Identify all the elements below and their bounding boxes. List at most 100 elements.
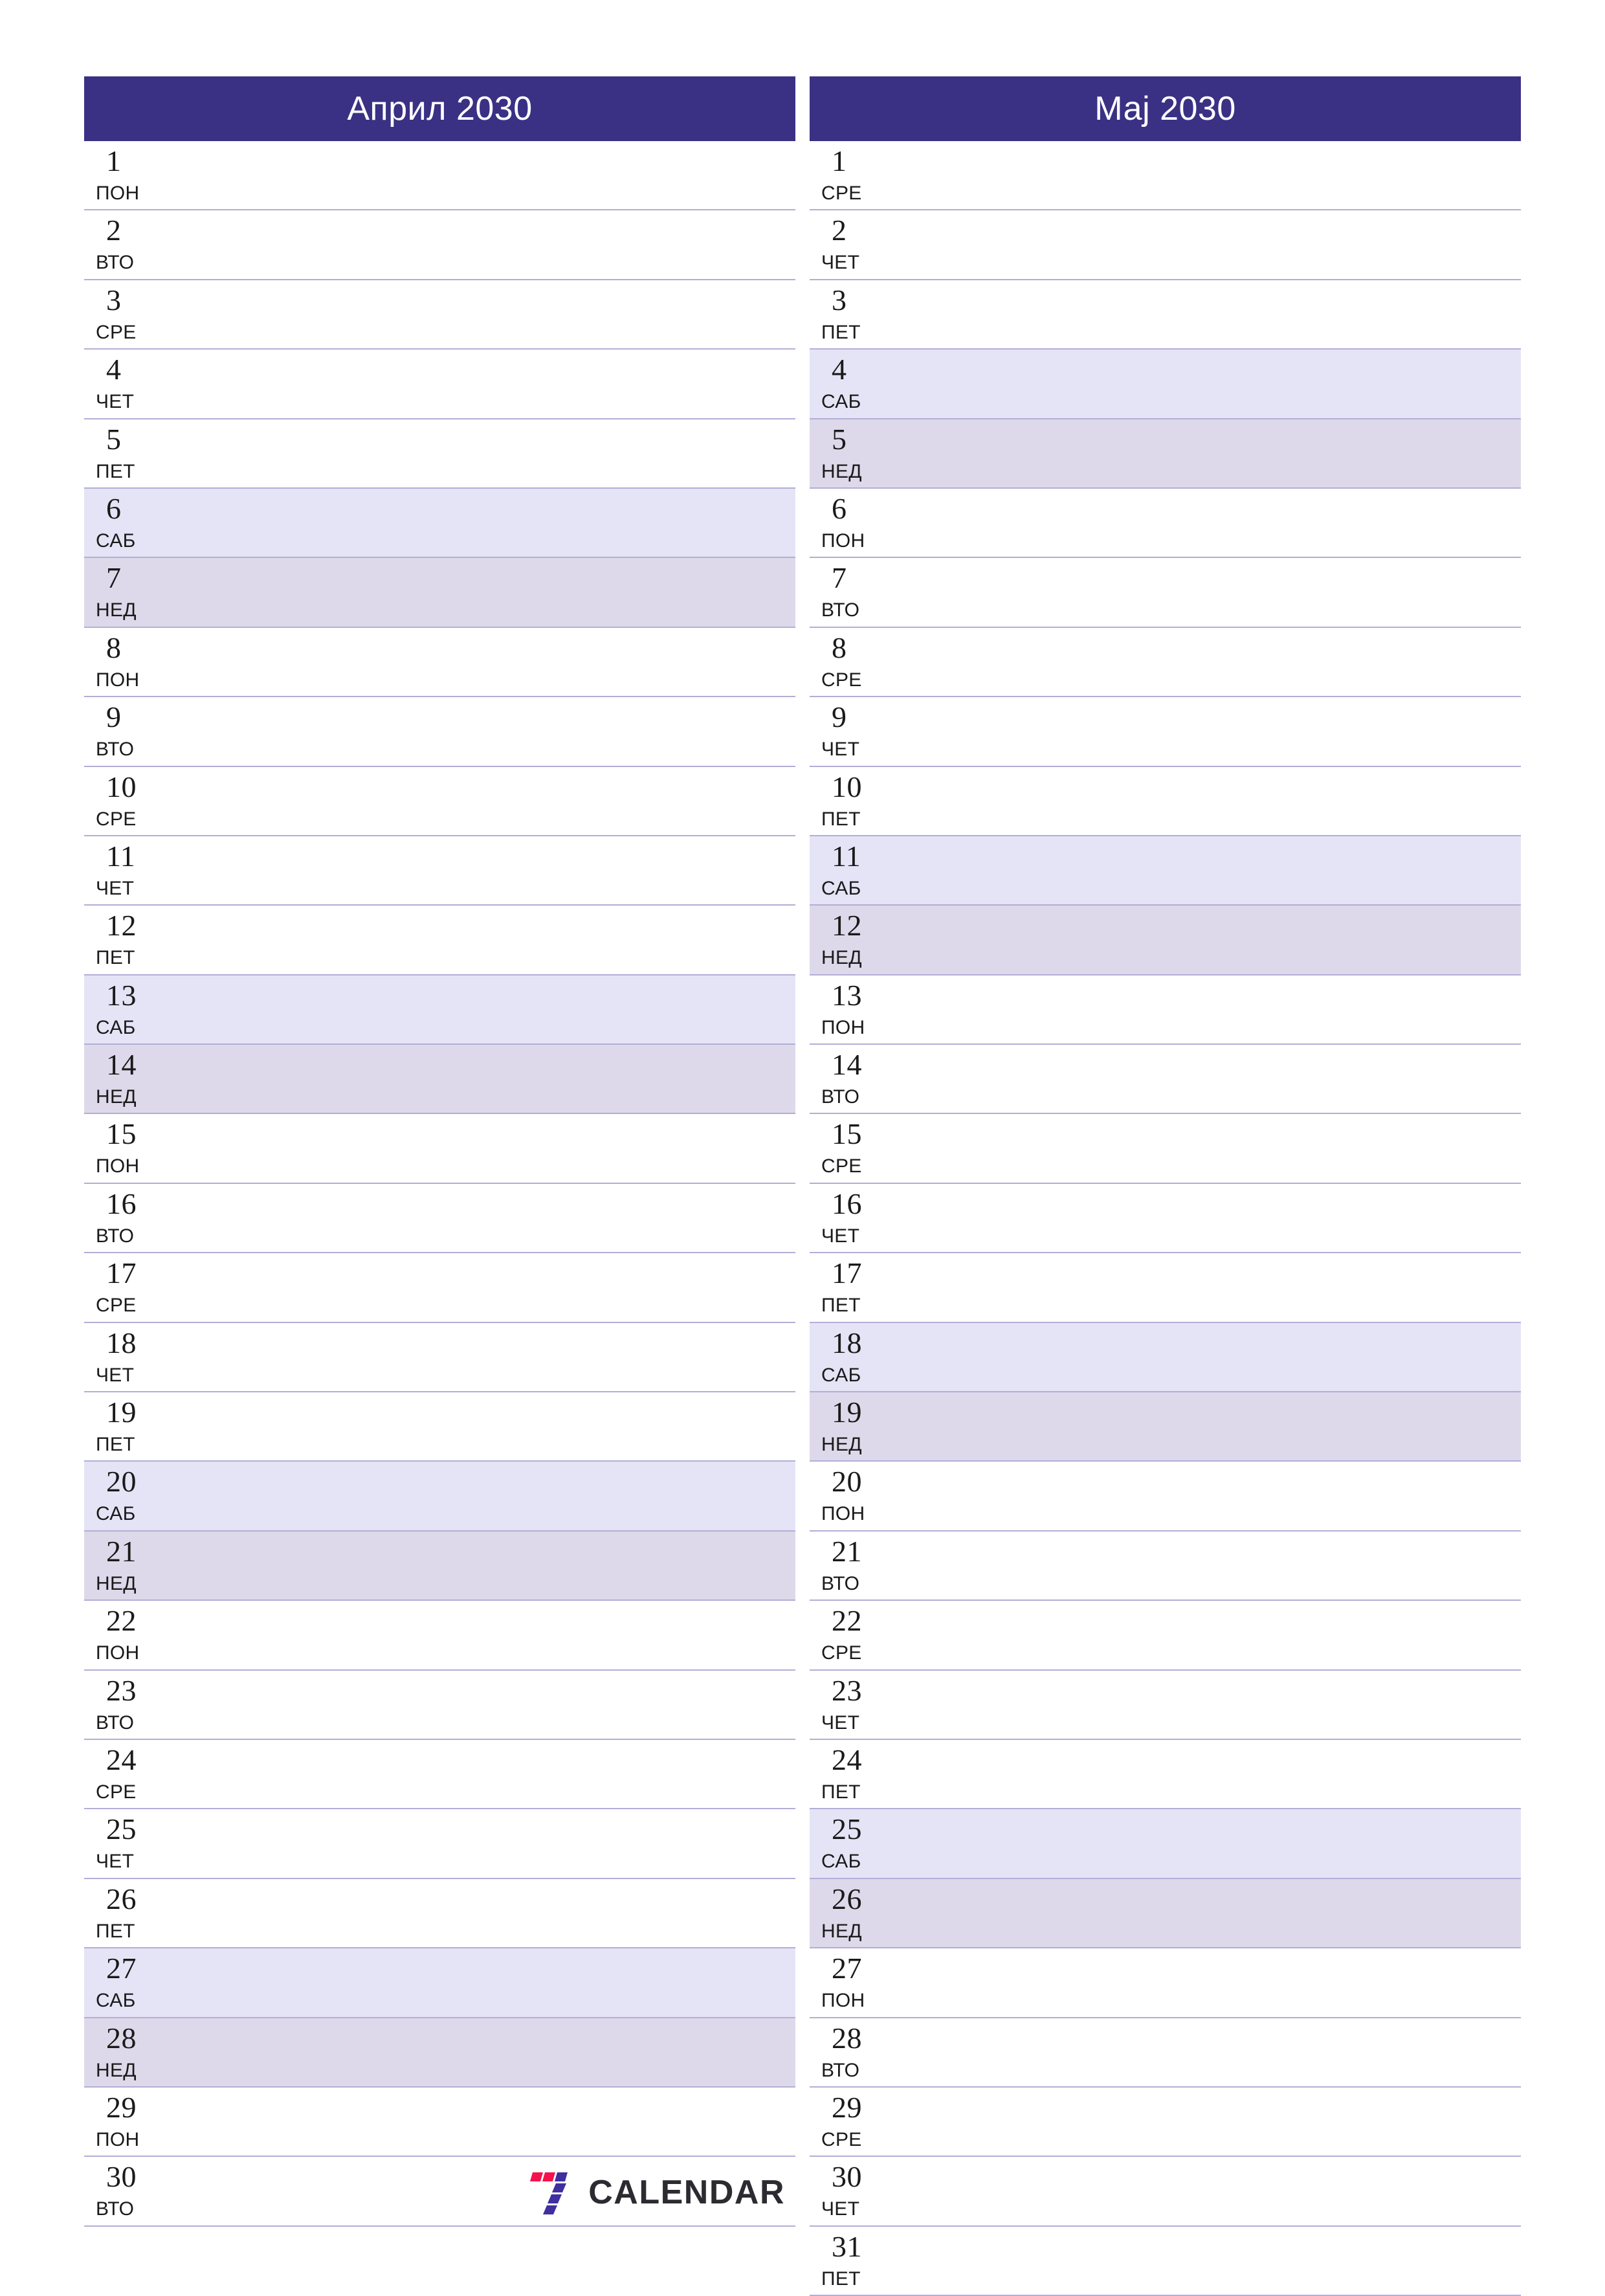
day-number: 17 [106, 1256, 137, 1290]
day-number: 8 [106, 630, 122, 664]
day-row[interactable]: 10 СРЕ [84, 766, 795, 836]
day-row[interactable]: 8 ПОН [84, 627, 795, 698]
day-row[interactable]: 11 ЧЕТ [84, 836, 795, 906]
day-number: 25 [832, 1812, 862, 1846]
day-row[interactable]: 2 ВТО [84, 210, 795, 280]
day-row[interactable]: 29 ПОН [84, 2087, 795, 2157]
day-row[interactable]: 24 ПЕТ [810, 1739, 1521, 1810]
day-row[interactable]: 11 САБ [810, 836, 1521, 906]
day-weekday-label: ПЕТ [821, 808, 861, 830]
day-list-left: 1 ПОН 2 ВТО 3 СРЕ 4 ЧЕТ 5 ПЕТ 6 САБ 7 НЕД 8 ПОН 9 ВТО 10 СР… [84, 141, 795, 2227]
day-row[interactable]: 7 НЕД [84, 558, 795, 628]
day-number: 5 [832, 422, 847, 456]
day-number: 20 [106, 1465, 137, 1499]
day-weekday-label: ПЕТ [96, 1920, 135, 1942]
day-row[interactable]: 29 СРЕ [810, 2087, 1521, 2157]
day-row[interactable]: 5 ПЕТ [84, 419, 795, 489]
day-row[interactable]: 23 ВТО [84, 1670, 795, 1740]
day-weekday-label: ПЕТ [96, 460, 135, 482]
day-row[interactable]: 26 НЕД [810, 1878, 1521, 1949]
day-row[interactable]: 5 НЕД [810, 419, 1521, 489]
day-row[interactable]: 10 ПЕТ [810, 766, 1521, 836]
day-row[interactable]: 27 САБ [84, 1948, 795, 2018]
day-row[interactable]: 25 САБ [810, 1809, 1521, 1879]
day-row[interactable]: 24 СРЕ [84, 1739, 795, 1810]
day-row[interactable]: 22 СРЕ [810, 1601, 1521, 1671]
day-number: 11 [832, 839, 861, 873]
day-row[interactable]: 25 ЧЕТ [84, 1809, 795, 1879]
day-row[interactable]: 22 ПОН [84, 1601, 795, 1671]
day-number: 28 [106, 2021, 137, 2055]
day-weekday-label: НЕД [821, 460, 862, 482]
day-weekday-label: ЧЕТ [96, 391, 135, 413]
day-number: 19 [832, 1396, 862, 1429]
day-row[interactable]: 13 ПОН [810, 975, 1521, 1045]
day-row[interactable]: 31 ПЕТ [810, 2226, 1521, 2296]
day-row[interactable]: 27 ПОН [810, 1948, 1521, 2018]
day-row[interactable]: 2 ЧЕТ [810, 210, 1521, 280]
day-weekday-label: ПОН [96, 183, 140, 204]
day-number: 3 [106, 283, 122, 317]
day-row[interactable]: 1 ПОН [84, 141, 795, 211]
day-row[interactable]: 15 ПОН [84, 1114, 795, 1184]
day-number: 4 [106, 353, 122, 386]
day-row[interactable]: 3 СРЕ [84, 280, 795, 350]
day-row[interactable]: 28 НЕД [84, 2018, 795, 2088]
day-row[interactable]: 14 НЕД [84, 1045, 795, 1115]
day-row[interactable]: 9 ВТО [84, 697, 795, 767]
day-row[interactable]: 14 ВТО [810, 1045, 1521, 1115]
day-weekday-label: ЧЕТ [96, 1851, 135, 1873]
day-weekday-label: ПОН [96, 1155, 140, 1177]
day-weekday-label: САБ [96, 1503, 136, 1525]
day-row[interactable]: 16 ЧЕТ [810, 1183, 1521, 1254]
day-row[interactable]: 21 НЕД [84, 1531, 795, 1601]
day-number: 1 [832, 144, 847, 177]
day-row[interactable]: 20 САБ [84, 1462, 795, 1532]
day-number: 26 [106, 1882, 137, 1915]
day-weekday-label: ПЕТ [821, 1781, 861, 1803]
day-row[interactable]: 9 ЧЕТ [810, 697, 1521, 767]
day-weekday-label: САБ [821, 1851, 861, 1873]
day-row[interactable]: 1 СРЕ [810, 141, 1521, 211]
day-row[interactable]: 13 САБ [84, 975, 795, 1045]
day-number: 24 [106, 1743, 137, 1776]
day-number: 30 [832, 2160, 862, 2194]
day-row[interactable]: 19 НЕД [810, 1392, 1521, 1462]
day-number: 23 [106, 1673, 137, 1707]
day-weekday-label: ПЕТ [96, 947, 135, 969]
day-row[interactable]: 8 СРЕ [810, 627, 1521, 698]
day-row[interactable]: 6 ПОН [810, 488, 1521, 559]
day-row[interactable]: 26 ПЕТ [84, 1878, 795, 1949]
day-row[interactable]: 7 ВТО [810, 558, 1521, 628]
day-row[interactable]: 19 ПЕТ [84, 1392, 795, 1462]
day-row[interactable]: 17 СРЕ [84, 1253, 795, 1323]
day-row[interactable]: 28 ВТО [810, 2018, 1521, 2088]
day-row[interactable]: 12 НЕД [810, 906, 1521, 975]
day-row[interactable]: 4 ЧЕТ [84, 350, 795, 419]
day-weekday-label: ЧЕТ [821, 739, 860, 761]
day-weekday-label: ВТО [96, 1711, 135, 1733]
day-row[interactable]: 20 ПОН [810, 1462, 1521, 1532]
day-number: 15 [106, 1117, 137, 1151]
day-weekday-label: ПОН [821, 529, 865, 552]
day-row[interactable]: 15 СРЕ [810, 1114, 1521, 1184]
day-row[interactable]: 30 ЧЕТ [810, 2157, 1521, 2227]
day-row[interactable]: 18 САБ [810, 1322, 1521, 1393]
day-row[interactable]: 21 ВТО [810, 1531, 1521, 1601]
seven-calendar-logo-icon [530, 2168, 578, 2216]
day-row[interactable]: 23 ЧЕТ [810, 1670, 1521, 1740]
day-row[interactable]: 17 ПЕТ [810, 1253, 1521, 1323]
day-number: 6 [106, 491, 122, 525]
day-number: 10 [832, 770, 862, 803]
day-row[interactable]: 3 ПЕТ [810, 280, 1521, 350]
day-weekday-label: НЕД [821, 1920, 862, 1942]
day-weekday-label: СРЕ [96, 321, 137, 343]
day-row[interactable]: 12 ПЕТ [84, 906, 795, 975]
day-row[interactable]: 4 САБ [810, 350, 1521, 419]
day-weekday-label: НЕД [821, 1434, 862, 1456]
day-weekday-label: СРЕ [821, 2128, 862, 2150]
day-row[interactable]: 18 ЧЕТ [84, 1322, 795, 1393]
day-weekday-label: СРЕ [96, 1781, 137, 1803]
day-row[interactable]: 16 ВТО [84, 1183, 795, 1254]
day-row[interactable]: 6 САБ [84, 488, 795, 559]
